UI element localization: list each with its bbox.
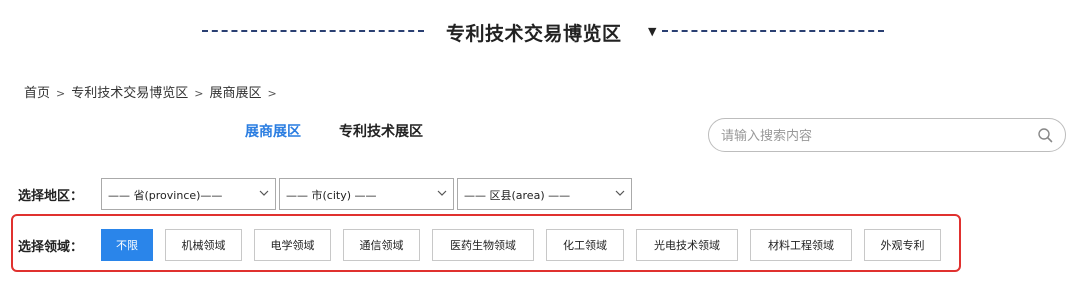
province-select[interactable]: —— 省(province)—— (101, 178, 276, 210)
city-select-value: —— 市(city) —— (286, 189, 377, 202)
region-label: 选择地区： (18, 189, 84, 204)
field-label: 选择领域： (18, 240, 84, 255)
title-dash-right (662, 30, 884, 32)
breadcrumb-expo[interactable]: 专利技术交易博览区 (71, 82, 188, 101)
breadcrumb-separator: > (194, 87, 204, 100)
chevron-down-icon (259, 190, 269, 196)
tab-exhibitor-area[interactable]: 展商展区 (245, 121, 301, 141)
search-input[interactable] (719, 125, 1023, 147)
page-title: 专利技术交易博览区 (446, 23, 622, 45)
breadcrumb-exhibitor[interactable]: 展商展区 (209, 82, 261, 101)
search-icon[interactable] (1037, 127, 1053, 143)
breadcrumb-home[interactable]: 首页 (24, 82, 50, 101)
area-select[interactable]: —— 区县(area) —— (457, 178, 632, 210)
field-option-materials[interactable]: 材料工程领域 (750, 229, 852, 261)
breadcrumb-separator: > (56, 87, 66, 100)
field-option-chemical[interactable]: 化工领域 (546, 229, 624, 261)
field-option-electrical[interactable]: 电学领域 (254, 229, 331, 261)
title-dash-left (202, 30, 424, 32)
city-select[interactable]: —— 市(city) —— (279, 178, 454, 210)
field-option-unlimited[interactable]: 不限 (101, 229, 153, 261)
chevron-down-icon (615, 190, 625, 196)
area-select-value: —— 区县(area) —— (464, 189, 571, 202)
section-title-bar: 专利技术交易博览区 ▼ (0, 16, 1080, 48)
field-option-optoelectronic[interactable]: 光电技术领域 (636, 229, 738, 261)
field-option-communication[interactable]: 通信领域 (343, 229, 420, 261)
field-option-mechanical[interactable]: 机械领域 (165, 229, 242, 261)
breadcrumb: 首页 > 专利技术交易博览区 > 展商展区 > (24, 82, 283, 101)
field-option-design-patent[interactable]: 外观专利 (864, 229, 941, 261)
tab-patent-area[interactable]: 专利技术展区 (339, 121, 423, 141)
province-select-value: —— 省(province)—— (108, 189, 223, 202)
chevron-down-icon (437, 190, 447, 196)
breadcrumb-separator: > (267, 87, 277, 100)
field-option-biomedical[interactable]: 医药生物领域 (432, 229, 534, 261)
search-box (708, 118, 1066, 152)
caret-down-icon: ▼ (648, 25, 657, 38)
